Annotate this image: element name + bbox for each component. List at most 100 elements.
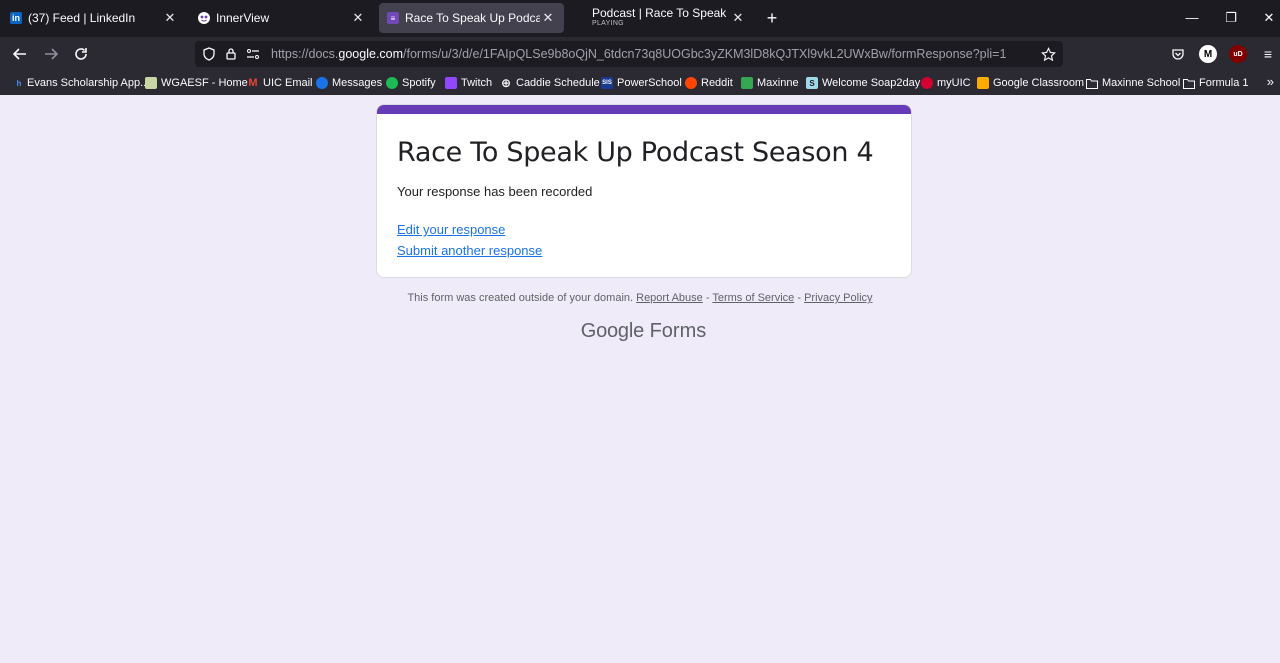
- footer-separator: -: [794, 292, 805, 304]
- gmail-icon: M: [248, 77, 258, 89]
- linkedin-icon: in: [10, 12, 22, 24]
- restore-icon[interactable]: ❐: [1221, 8, 1241, 28]
- bookmark-label: Maxinne: [757, 77, 799, 89]
- bookmark-label: Formula 1: [1199, 77, 1249, 89]
- confirmation-message: Your response has been recorded: [397, 184, 593, 199]
- report-abuse-link[interactable]: Report Abuse: [636, 292, 703, 304]
- bookmark-label: Google Classroom: [993, 77, 1085, 89]
- bookmark-formula-1[interactable]: Formula 1: [1183, 75, 1249, 91]
- bookmarks-bar: h Evans Scholarship App... WGAESF - Home…: [0, 71, 1280, 95]
- back-icon[interactable]: [9, 43, 31, 65]
- bookmark-label: Twitch: [461, 77, 493, 89]
- bookmark-label: PowerSchool: [617, 77, 682, 89]
- bookmark-google-classroom[interactable]: Google Classroom: [977, 75, 1084, 91]
- bookmark-caddie-schedule[interactable]: ⊕ Caddie Schedule: [500, 75, 600, 91]
- menu-icon[interactable]: ≡: [1259, 45, 1277, 63]
- bookmark-twitch[interactable]: Twitch: [445, 75, 492, 91]
- bookmark-wgaesf[interactable]: WGAESF - Home: [145, 75, 248, 91]
- reddit-icon: [685, 77, 697, 89]
- globe-icon: ⊕: [500, 76, 512, 90]
- navigation-bar: https://docs.google.com/forms/u/3/d/e/1F…: [0, 37, 1280, 71]
- reload-icon[interactable]: [70, 43, 92, 65]
- privacy-link[interactable]: Privacy Policy: [804, 292, 872, 304]
- url-text[interactable]: https://docs.google.com/forms/u/3/d/e/1F…: [271, 47, 1006, 61]
- shield-icon[interactable]: [201, 46, 217, 62]
- tab-label: Podcast | Race To Speak Up: [592, 7, 730, 20]
- close-icon[interactable]: ✕: [540, 10, 556, 26]
- google-forms-logo[interactable]: Google Forms: [0, 320, 1280, 343]
- url-path: /forms/u/3/d/e/1FAIpQLSe9b8oQjN_6tdcn73q…: [403, 47, 1007, 61]
- terms-link[interactable]: Terms of Service: [712, 292, 794, 304]
- account-m-icon[interactable]: M: [1199, 45, 1217, 63]
- folder-icon: [1183, 77, 1195, 89]
- close-icon[interactable]: ✕: [350, 10, 366, 26]
- tab-title-group: Podcast | Race To Speak Up PLAYING: [592, 8, 730, 29]
- bookmark-maxinne[interactable]: Maxinne: [741, 75, 799, 91]
- bookmark-uic-email[interactable]: M UIC Email: [247, 75, 313, 91]
- new-tab-icon[interactable]: +: [762, 8, 782, 28]
- evans-icon: h: [16, 78, 22, 88]
- powerschool-icon: SIS: [601, 77, 613, 89]
- bookmark-reddit[interactable]: Reddit: [685, 75, 733, 91]
- myuic-icon: [921, 77, 933, 89]
- footer-note: This form was created outside of your do…: [0, 292, 1280, 304]
- folder-icon: [1086, 77, 1098, 89]
- bookmark-messages[interactable]: Messages: [316, 75, 382, 91]
- bookmark-maxinne-school[interactable]: Maxinne School: [1086, 75, 1180, 91]
- messages-icon: [316, 77, 328, 89]
- form-title: Race To Speak Up Podcast Season 4: [397, 137, 874, 168]
- pocket-icon[interactable]: [1169, 45, 1187, 63]
- bookmark-label: Welcome Soap2day: [822, 77, 921, 89]
- google-forms-icon: ≡: [387, 12, 399, 24]
- bookmark-star-icon[interactable]: [1039, 45, 1057, 63]
- bookmark-label: Messages: [332, 77, 383, 89]
- classroom-icon: [977, 77, 989, 89]
- bookmark-powerschool[interactable]: SIS PowerSchool: [601, 75, 682, 91]
- bookmark-label: myUIC: [937, 77, 971, 89]
- form-confirmation-card: Race To Speak Up Podcast Season 4 Your r…: [376, 104, 912, 278]
- ublock-icon[interactable]: uD: [1229, 45, 1247, 63]
- chevron-more-icon[interactable]: »: [1267, 74, 1274, 89]
- wgaesf-icon: [145, 77, 157, 89]
- lock-icon[interactable]: [223, 46, 239, 62]
- tab-innerview[interactable]: InnerView ✕: [190, 3, 374, 33]
- twitch-icon: [445, 77, 457, 89]
- tab-label: (37) Feed | LinkedIn: [28, 11, 136, 25]
- bookmark-myuic[interactable]: myUIC: [921, 75, 971, 91]
- tab-google-forms[interactable]: ≡ Race To Speak Up Podcast Season 4 ✕: [379, 3, 564, 33]
- bookmark-label: Reddit: [701, 77, 733, 89]
- soap2day-icon: S: [806, 77, 818, 89]
- bookmark-label: WGAESF - Home: [161, 77, 248, 89]
- innerview-icon: [198, 12, 210, 24]
- google-meet-icon: [741, 77, 753, 89]
- submit-another-link[interactable]: Submit another response: [397, 243, 542, 258]
- form-accent-bar: [377, 105, 911, 114]
- footer-note-text: This form was created outside of your do…: [407, 292, 634, 304]
- tab-linkedin[interactable]: in (37) Feed | LinkedIn ✕: [2, 3, 186, 33]
- bookmark-spotify[interactable]: Spotify: [386, 75, 436, 91]
- tab-strip: in (37) Feed | LinkedIn ✕ InnerView ✕ ≡ …: [0, 0, 1280, 37]
- forms-wordmark: Forms: [649, 320, 707, 342]
- bookmark-evans[interactable]: h Evans Scholarship App...: [15, 75, 150, 91]
- close-window-icon[interactable]: ✕: [1259, 8, 1279, 28]
- close-icon[interactable]: ✕: [730, 10, 746, 26]
- edit-response-link[interactable]: Edit your response: [397, 222, 505, 237]
- bookmark-label: Evans Scholarship App...: [27, 77, 150, 89]
- minimize-icon[interactable]: —: [1182, 8, 1202, 28]
- permissions-icon[interactable]: [245, 46, 261, 62]
- tab-playing-label: PLAYING: [592, 19, 624, 27]
- bookmark-label: Spotify: [402, 77, 436, 89]
- google-wordmark: Google: [580, 320, 645, 342]
- forward-icon[interactable]: [40, 43, 62, 65]
- bookmark-soap2day[interactable]: S Welcome Soap2day: [806, 75, 920, 91]
- bookmark-label: Maxinne School: [1102, 77, 1181, 89]
- bookmark-label: UIC Email: [263, 77, 313, 89]
- url-prefix: https://docs.: [271, 47, 339, 61]
- footer-separator: -: [702, 292, 713, 304]
- url-domain: google.com: [338, 47, 404, 61]
- spotify-icon: [386, 77, 398, 89]
- address-bar[interactable]: https://docs.google.com/forms/u/3/d/e/1F…: [195, 41, 1063, 67]
- tab-podcast[interactable]: Podcast | Race To Speak Up PLAYING ✕: [584, 3, 754, 33]
- tab-label: Race To Speak Up Podcast Season 4: [405, 11, 540, 25]
- close-icon[interactable]: ✕: [162, 10, 178, 26]
